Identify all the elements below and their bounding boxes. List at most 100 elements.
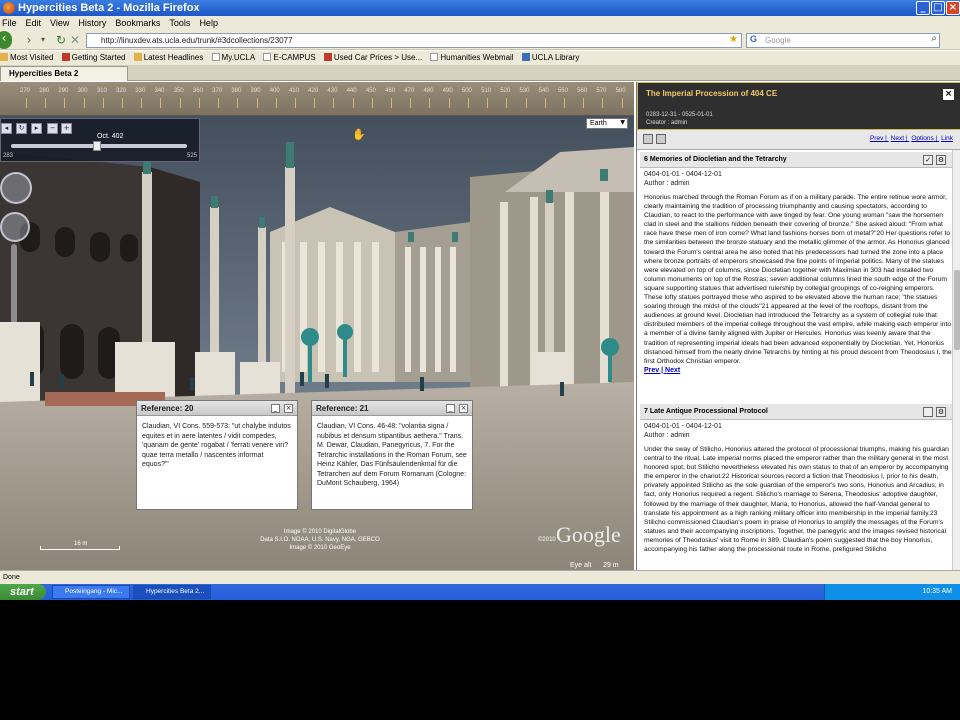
timeline-tick-mark <box>448 98 450 108</box>
entry-title[interactable]: 7 Late Antique Processional Protocol <box>640 404 957 420</box>
timeline-bar[interactable]: 270 280 290 300 310 320 330 340 350 360 370 380 390 4… <box>0 82 634 116</box>
options-link[interactable]: Options <box>911 135 933 142</box>
checkbox-icon[interactable] <box>923 407 933 417</box>
close-button[interactable]: × <box>946 1 960 15</box>
zoom-in-icon[interactable]: + <box>61 123 72 134</box>
earth-map-view[interactable]: 270 280 290 300 310 320 330 340 350 360 370 380 390 4… <box>0 82 634 570</box>
tab-label: Hypercities Beta 2 <box>9 69 79 78</box>
menu-file[interactable]: File <box>2 18 17 28</box>
zoom-out-icon[interactable]: − <box>47 123 58 134</box>
minimize-button[interactable]: _ <box>916 1 930 15</box>
credit-line: Image © 2010 DigitalGlobe <box>283 529 357 535</box>
bookmarks-toolbar: Most Visited Getting Started Latest Head… <box>0 51 960 65</box>
panel-nav: Prev | Next | Options | Link <box>869 135 953 142</box>
search-input[interactable]: G Google ⌕ <box>746 33 940 48</box>
layer-select[interactable]: Earth ▼ <box>586 118 628 129</box>
reload-icon[interactable]: ↻ <box>54 33 68 47</box>
timeline-tick-label: 320 <box>116 88 127 94</box>
search-icon[interactable]: ⌕ <box>931 33 937 44</box>
back-button[interactable]: ‹ <box>0 31 12 49</box>
move-control[interactable] <box>0 212 30 242</box>
tab-hypercities[interactable]: Hypercities Beta 2 <box>0 66 128 81</box>
menu-view[interactable]: View <box>50 18 69 28</box>
bookmark-item[interactable]: E-CAMPUS <box>263 53 316 62</box>
bookmark-item[interactable]: Used Car Prices > Use... <box>323 53 422 62</box>
menu-edit[interactable]: Edit <box>26 18 42 28</box>
minimize-icon[interactable]: _ <box>271 404 280 413</box>
reference-body: Claudian, VI Cons. 559-573: "ut chalybe … <box>142 423 291 468</box>
taskbar-item-outlook[interactable]: Posteingang - Mic... <box>52 585 130 599</box>
close-icon[interactable]: × <box>459 404 468 413</box>
timeline-tick-label: 380 <box>231 88 242 94</box>
hand-cursor-icon: ✋ <box>352 128 366 141</box>
timeline-tick-label: 410 <box>288 88 299 94</box>
timeline-tick-label: 520 <box>500 88 511 94</box>
timeline-tick-label: 440 <box>346 88 357 94</box>
menu-history[interactable]: History <box>78 18 106 28</box>
timeline-tick-label: 530 <box>519 88 530 94</box>
grid-view-icon[interactable] <box>656 134 666 144</box>
minimize-icon[interactable]: _ <box>446 404 455 413</box>
checkbox-icon[interactable]: ✓ <box>923 155 933 165</box>
time-forward-icon[interactable]: ▸ <box>31 123 42 134</box>
gear-icon[interactable]: ⚙ <box>936 155 946 165</box>
credit-line: Data S.I.O. NOAA, U.S. Navy, NGA, GEBCO <box>260 537 380 543</box>
time-play-icon[interactable]: ↻ <box>16 123 27 134</box>
bookmark-item[interactable]: My.UCLA <box>211 53 255 62</box>
bookmark-star-icon[interactable]: ★ <box>729 34 738 45</box>
menu-bar: File Edit View History Bookmarks Tools Help <box>0 16 960 30</box>
timeline-tick-mark <box>583 98 585 108</box>
time-date-label: Oct. 402 <box>97 133 124 140</box>
bookmark-item[interactable]: Getting Started <box>61 53 125 62</box>
panel-scrollbar[interactable] <box>952 150 960 570</box>
title-bar: Hypercities Beta 2 - Mozilla Firefox _ □… <box>0 0 960 16</box>
history-dropdown-icon[interactable]: ▾ <box>36 33 50 47</box>
eye-alt-value: 29 m <box>603 562 619 569</box>
timeline-tick-mark <box>160 98 162 108</box>
prev-link[interactable]: Prev <box>870 135 883 142</box>
entry-prev-link[interactable]: Prev <box>644 367 659 374</box>
stop-icon[interactable]: ✕ <box>68 33 82 47</box>
url-bar[interactable]: http://linuxdev.ats.ucla.edu/trunk/#3dco… <box>86 33 742 48</box>
scrollbar-thumb[interactable] <box>954 270 960 350</box>
bookmark-item[interactable]: Humanities Webmail <box>430 53 514 62</box>
google-logo: Google <box>556 522 621 547</box>
start-label: start <box>10 586 34 598</box>
close-icon[interactable]: × <box>284 404 293 413</box>
time-back-icon[interactable]: ◂ <box>1 123 12 134</box>
close-panel-icon[interactable]: × <box>943 89 954 100</box>
google-search-icon: G <box>750 34 758 44</box>
list-view-icon[interactable] <box>643 134 653 144</box>
entry-author: Author : admin <box>644 432 690 439</box>
reference-popup-20: Reference: 20 _ × Claudian, VI Cons. 559… <box>136 400 298 510</box>
taskbar-item-firefox[interactable]: Hypercities Beta 2... <box>133 585 211 599</box>
menu-bookmarks[interactable]: Bookmarks <box>115 18 160 28</box>
gear-icon[interactable]: ⚙ <box>936 407 946 417</box>
timeline-tick-mark <box>487 98 489 108</box>
bookmark-item[interactable]: Most Visited <box>0 53 53 62</box>
timeline-tick-mark <box>544 98 546 108</box>
zoom-slider[interactable] <box>11 244 17 324</box>
timeline-tick-label: 360 <box>192 88 203 94</box>
entry-next-link[interactable]: Next <box>665 367 680 374</box>
maximize-button[interactable]: □ <box>931 1 945 15</box>
bookmark-item[interactable]: Latest Headlines <box>133 53 203 62</box>
look-around-control[interactable] <box>0 172 32 204</box>
collection-date-range: 0283-12-31 - 0525-01-01 <box>646 112 713 118</box>
start-button[interactable]: start <box>0 584 46 600</box>
timeline-tick-mark <box>467 98 469 108</box>
timeline-tick-label: 490 <box>442 88 453 94</box>
link-link[interactable]: Link <box>941 135 953 142</box>
time-slider-thumb[interactable] <box>93 141 102 151</box>
menu-help[interactable]: Help <box>199 18 218 28</box>
next-link[interactable]: Next <box>891 135 904 142</box>
forward-button[interactable]: › <box>22 33 36 47</box>
timeline-tick-label: 390 <box>250 88 261 94</box>
timeline-tick-label: 370 <box>212 88 223 94</box>
timeline-tick-label: 580 <box>615 88 626 94</box>
bookmark-item[interactable]: UCLA Library <box>521 53 579 62</box>
menu-tools[interactable]: Tools <box>169 18 190 28</box>
tab-strip: Hypercities Beta 2 <box>0 65 960 81</box>
entry-dates: 0404-01-01 - 0404-12-01 <box>644 171 722 178</box>
entry-title[interactable]: 6 Memories of Diocletian and the Tetrarc… <box>640 152 957 168</box>
